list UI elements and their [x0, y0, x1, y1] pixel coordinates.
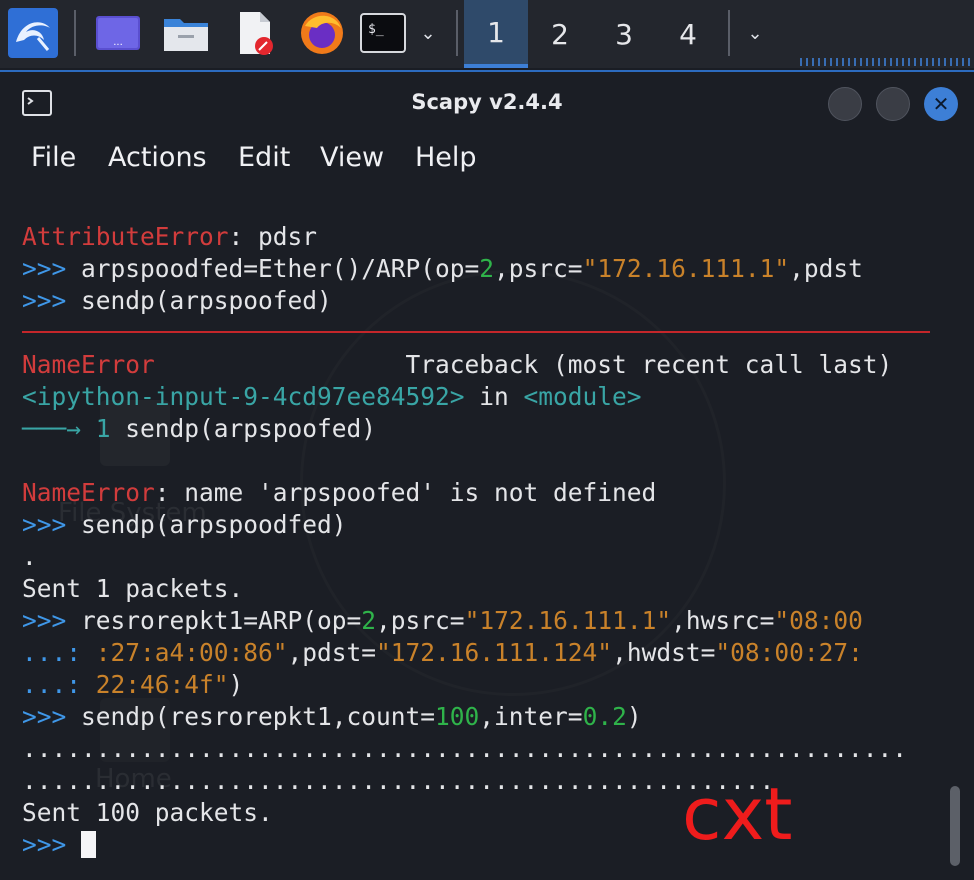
- string-literal: "172.16.111.1": [464, 606, 672, 635]
- panel-separator: [456, 10, 458, 56]
- workspace-4[interactable]: 4: [656, 0, 720, 68]
- traceback-divider: [22, 331, 930, 333]
- line-text: ,psrc=: [376, 606, 465, 635]
- terminal-line: Sent 100 packets.: [22, 797, 273, 829]
- line-text: ,hwdst=: [612, 638, 716, 667]
- line-text: : name 'arpspoofed' is not defined: [154, 478, 657, 507]
- prompt: >>>: [22, 830, 67, 859]
- number-literal: 2: [479, 254, 495, 283]
- string-literal: "172.16.111.124": [376, 638, 613, 667]
- chevron-down-icon[interactable]: ⌄: [740, 8, 770, 58]
- continuation-prompt: ...:: [22, 638, 82, 667]
- prompt: >>>: [22, 286, 67, 315]
- line-text: ,hwsrc=: [671, 606, 775, 635]
- string-literal: "08:00:27:: [715, 638, 863, 667]
- string-literal: "172.16.111.1": [582, 254, 790, 283]
- line-text: .: [22, 542, 37, 571]
- line-text: in: [464, 382, 524, 411]
- text-editor-icon[interactable]: [228, 8, 280, 58]
- terminal-line: NameError Traceback (most recent call la…: [22, 349, 892, 381]
- error-name: NameError: [22, 478, 155, 507]
- string-literal: "08:00: [774, 606, 863, 635]
- cpu-graph: [800, 58, 970, 66]
- workspace-3[interactable]: 3: [592, 0, 656, 68]
- line-text: Sent 100 packets.: [22, 798, 273, 827]
- string-literal: 22:46:4f": [81, 670, 229, 699]
- line-text: resrorepkt1=ARP(op=: [66, 606, 362, 635]
- terminal-line: ........................................…: [22, 733, 932, 765]
- terminal-icon[interactable]: $_: [358, 8, 408, 58]
- progress-dots: ........................................…: [22, 766, 775, 795]
- terminal-line: AttributeError: pdsr: [22, 221, 317, 253]
- svg-text:...: ...: [113, 37, 123, 48]
- scrollbar-thumb[interactable]: [950, 786, 960, 866]
- error-name: AttributeError: [22, 222, 229, 251]
- line-text: sendp(resrorepkt1,count=: [66, 702, 436, 731]
- terminal-line: >>> arpspoodfed=Ether()/ARP(op=2,psrc="1…: [22, 253, 863, 285]
- number-literal: 2: [361, 606, 377, 635]
- minimize-button[interactable]: [828, 87, 862, 121]
- string-literal: :27:a4:00:86": [81, 638, 288, 667]
- prompt: >>>: [22, 510, 67, 539]
- title-bar[interactable]: Scapy v2.4.4 ✕: [0, 72, 974, 136]
- terminal-line: >>> sendp(resrorepkt1,count=100,inter=0.…: [22, 701, 642, 733]
- terminal-line: <ipython-input-9-4cd97ee84592> in <modul…: [22, 381, 642, 413]
- line-text: sendp(arpspoofed): [125, 414, 377, 443]
- terminal-line: ...: 22:46:4f"): [22, 669, 243, 701]
- terminal-line: >>> resrorepkt1=ARP(op=2,psrc="172.16.11…: [22, 605, 863, 637]
- line-text: ): [626, 702, 642, 731]
- error-name: NameError: [22, 350, 155, 379]
- number-literal: 100: [435, 702, 480, 731]
- terminal-line: NameError: name 'arpspoofed' is not defi…: [22, 477, 656, 509]
- prompt: >>>: [22, 254, 67, 283]
- top-panel: ... $_ ⌄ 1 2 3 4 ⌄: [0, 0, 974, 68]
- workspace-2[interactable]: 2: [528, 0, 592, 68]
- line-text: sendp(arpspoofed): [66, 286, 332, 315]
- workspace-1[interactable]: 1: [464, 0, 528, 68]
- module-ref: <module>: [523, 382, 642, 411]
- continuation-prompt: ...:: [22, 670, 82, 699]
- arrow-icon: ───→: [22, 414, 82, 443]
- close-button[interactable]: ✕: [924, 87, 958, 121]
- line-text: : pdsr: [228, 222, 318, 251]
- ipython-input-ref: <ipython-input-9-4cd97ee84592>: [22, 382, 465, 411]
- close-icon: ✕: [932, 92, 950, 116]
- line-text: ,psrc=: [494, 254, 583, 283]
- line-text: arpspoodfed=Ether()/ARP(op=: [66, 254, 480, 283]
- progress-dots: ........................................…: [22, 734, 908, 763]
- chevron-down-icon[interactable]: ⌄: [414, 8, 442, 58]
- panel-separator: [74, 10, 76, 56]
- prompt: >>>: [22, 702, 67, 731]
- terminal-line: ...: :27:a4:00:86",pdst="172.16.111.124"…: [22, 637, 863, 669]
- line-number: 1: [81, 414, 126, 443]
- terminal-line: >>> sendp(arpspoofed): [22, 285, 332, 317]
- line-text: ,pdst=: [287, 638, 377, 667]
- svg-text:$_: $_: [368, 22, 384, 37]
- line-text: ,inter=: [479, 702, 583, 731]
- traceback-header: Traceback (most recent call last): [154, 350, 893, 379]
- number-literal: 0.2: [582, 702, 627, 731]
- terminal-line: ───→ 1 sendp(arpspoofed): [22, 413, 376, 445]
- line-text: sendp(arpspoodfed): [66, 510, 347, 539]
- line-text: ,pdst: [789, 254, 863, 283]
- prompt: >>>: [22, 606, 67, 635]
- terminal-input-line[interactable]: >>>: [22, 829, 97, 861]
- panel-separator: [728, 10, 730, 56]
- terminal-line: >>> sendp(arpspoodfed): [22, 509, 347, 541]
- line-text: ): [228, 670, 244, 699]
- firefox-icon[interactable]: [296, 8, 348, 58]
- text-cursor: [81, 830, 97, 858]
- terminal-line: Sent 1 packets.: [22, 573, 243, 605]
- line-text: Sent 1 packets.: [22, 574, 244, 603]
- terminal-line: .: [22, 541, 37, 573]
- file-manager-icon[interactable]: [160, 8, 212, 58]
- show-desktop-icon[interactable]: ...: [92, 8, 144, 58]
- terminal-line: ........................................…: [22, 765, 774, 797]
- watermark-text: cxt: [682, 772, 793, 856]
- maximize-button[interactable]: [876, 87, 910, 121]
- kali-menu-icon[interactable]: [6, 8, 60, 58]
